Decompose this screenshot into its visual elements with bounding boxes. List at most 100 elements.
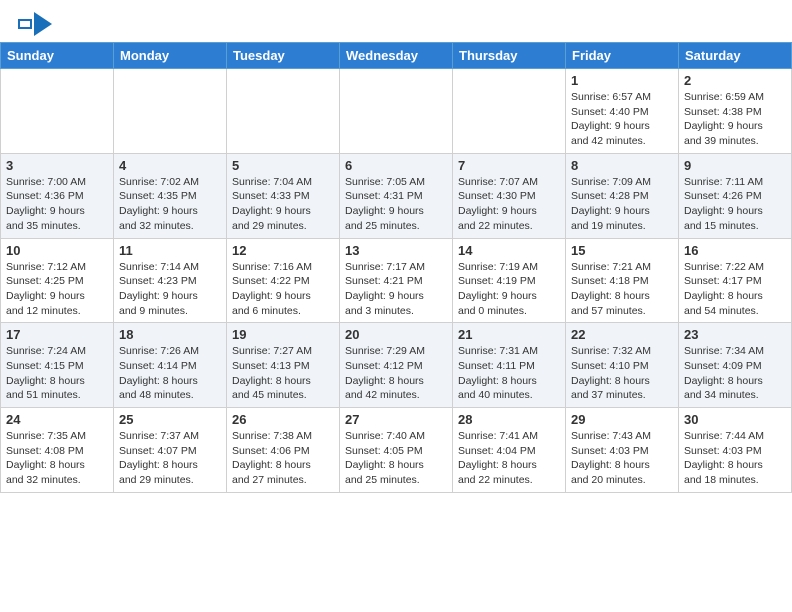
day-info: Sunrise: 7:21 AM Sunset: 4:18 PM Dayligh… — [571, 260, 673, 319]
day-info: Sunrise: 7:43 AM Sunset: 4:03 PM Dayligh… — [571, 429, 673, 488]
calendar-day-cell — [340, 69, 453, 154]
day-number: 9 — [684, 158, 786, 173]
calendar-day-cell: 21 Sunrise: 7:31 AM Sunset: 4:11 PM Dayli… — [453, 323, 566, 408]
calendar-week-row: 17 Sunrise: 7:24 AM Sunset: 4:15 PM Dayli… — [1, 323, 792, 408]
day-info: Sunrise: 7:17 AM Sunset: 4:21 PM Dayligh… — [345, 260, 447, 319]
day-number: 1 — [571, 73, 673, 88]
day-number: 20 — [345, 327, 447, 342]
day-info: Sunrise: 7:41 AM Sunset: 4:04 PM Dayligh… — [458, 429, 560, 488]
page-header — [0, 0, 792, 42]
calendar-day-cell: 12 Sunrise: 7:16 AM Sunset: 4:22 PM Dayli… — [227, 238, 340, 323]
day-info: Sunrise: 6:57 AM Sunset: 4:40 PM Dayligh… — [571, 90, 673, 149]
day-info: Sunrise: 7:09 AM Sunset: 4:28 PM Dayligh… — [571, 175, 673, 234]
day-number: 6 — [345, 158, 447, 173]
calendar-day-cell — [227, 69, 340, 154]
calendar-day-cell — [453, 69, 566, 154]
day-of-week-header: Thursday — [453, 43, 566, 69]
day-number: 5 — [232, 158, 334, 173]
day-number: 15 — [571, 243, 673, 258]
calendar-day-cell: 6Sunrise: 7:05 AM Sunset: 4:31 PM Daylig… — [340, 153, 453, 238]
calendar-week-row: 10 Sunrise: 7:12 AM Sunset: 4:25 PM Dayli… — [1, 238, 792, 323]
calendar-table: SundayMondayTuesdayWednesdayThursdayFrid… — [0, 42, 792, 493]
calendar-day-cell: 13Sunrise: 7:17 AM Sunset: 4:21 PM Dayli… — [340, 238, 453, 323]
day-number: 29 — [571, 412, 673, 427]
day-of-week-header: Sunday — [1, 43, 114, 69]
logo — [18, 12, 52, 36]
calendar-week-row: 24 Sunrise: 7:35 AM Sunset: 4:08 PM Dayli… — [1, 408, 792, 493]
day-info: Sunrise: 7:34 AM Sunset: 4:09 PM Dayligh… — [684, 344, 786, 403]
day-of-week-header: Tuesday — [227, 43, 340, 69]
day-info: Sunrise: 7:24 AM Sunset: 4:15 PM Dayligh… — [6, 344, 108, 403]
calendar-day-cell: 28 Sunrise: 7:41 AM Sunset: 4:04 PM Dayli… — [453, 408, 566, 493]
calendar-day-cell: 8 Sunrise: 7:09 AM Sunset: 4:28 PM Daylig… — [566, 153, 679, 238]
day-info: Sunrise: 6:59 AM Sunset: 4:38 PM Dayligh… — [684, 90, 786, 149]
calendar-day-cell: 10 Sunrise: 7:12 AM Sunset: 4:25 PM Dayli… — [1, 238, 114, 323]
day-number: 24 — [6, 412, 108, 427]
calendar-day-cell: 7 Sunrise: 7:07 AM Sunset: 4:30 PM Daylig… — [453, 153, 566, 238]
day-number: 28 — [458, 412, 560, 427]
day-info: Sunrise: 7:02 AM Sunset: 4:35 PM Dayligh… — [119, 175, 221, 234]
day-number: 27 — [345, 412, 447, 427]
day-number: 17 — [6, 327, 108, 342]
day-number: 3 — [6, 158, 108, 173]
day-info: Sunrise: 7:11 AM Sunset: 4:26 PM Dayligh… — [684, 175, 786, 234]
day-number: 21 — [458, 327, 560, 342]
calendar-header-row: SundayMondayTuesdayWednesdayThursdayFrid… — [1, 43, 792, 69]
calendar-day-cell: 23 Sunrise: 7:34 AM Sunset: 4:09 PM Dayli… — [679, 323, 792, 408]
day-info: Sunrise: 7:31 AM Sunset: 4:11 PM Dayligh… — [458, 344, 560, 403]
day-number: 11 — [119, 243, 221, 258]
calendar-day-cell: 26 Sunrise: 7:38 AM Sunset: 4:06 PM Dayli… — [227, 408, 340, 493]
day-info: Sunrise: 7:35 AM Sunset: 4:08 PM Dayligh… — [6, 429, 108, 488]
day-number: 4 — [119, 158, 221, 173]
calendar-day-cell: 22 Sunrise: 7:32 AM Sunset: 4:10 PM Dayli… — [566, 323, 679, 408]
calendar-day-cell: 24 Sunrise: 7:35 AM Sunset: 4:08 PM Dayli… — [1, 408, 114, 493]
day-info: Sunrise: 7:37 AM Sunset: 4:07 PM Dayligh… — [119, 429, 221, 488]
calendar-day-cell: 11Sunrise: 7:14 AM Sunset: 4:23 PM Dayli… — [114, 238, 227, 323]
day-of-week-header: Monday — [114, 43, 227, 69]
day-info: Sunrise: 7:07 AM Sunset: 4:30 PM Dayligh… — [458, 175, 560, 234]
calendar-day-cell: 30Sunrise: 7:44 AM Sunset: 4:03 PM Dayli… — [679, 408, 792, 493]
day-number: 14 — [458, 243, 560, 258]
day-number: 8 — [571, 158, 673, 173]
day-number: 26 — [232, 412, 334, 427]
day-number: 16 — [684, 243, 786, 258]
day-info: Sunrise: 7:04 AM Sunset: 4:33 PM Dayligh… — [232, 175, 334, 234]
calendar-day-cell: 25Sunrise: 7:37 AM Sunset: 4:07 PM Dayli… — [114, 408, 227, 493]
calendar-day-cell: 5 Sunrise: 7:04 AM Sunset: 4:33 PM Daylig… — [227, 153, 340, 238]
day-info: Sunrise: 7:29 AM Sunset: 4:12 PM Dayligh… — [345, 344, 447, 403]
day-number: 23 — [684, 327, 786, 342]
day-info: Sunrise: 7:27 AM Sunset: 4:13 PM Dayligh… — [232, 344, 334, 403]
day-number: 12 — [232, 243, 334, 258]
calendar-day-cell: 27 Sunrise: 7:40 AM Sunset: 4:05 PM Dayli… — [340, 408, 453, 493]
day-info: Sunrise: 7:32 AM Sunset: 4:10 PM Dayligh… — [571, 344, 673, 403]
calendar-day-cell: 9 Sunrise: 7:11 AM Sunset: 4:26 PM Daylig… — [679, 153, 792, 238]
day-number: 7 — [458, 158, 560, 173]
day-info: Sunrise: 7:38 AM Sunset: 4:06 PM Dayligh… — [232, 429, 334, 488]
calendar-day-cell: 2 Sunrise: 6:59 AM Sunset: 4:38 PM Daylig… — [679, 69, 792, 154]
calendar-day-cell: 1 Sunrise: 6:57 AM Sunset: 4:40 PM Daylig… — [566, 69, 679, 154]
day-info: Sunrise: 7:19 AM Sunset: 4:19 PM Dayligh… — [458, 260, 560, 319]
day-info: Sunrise: 7:40 AM Sunset: 4:05 PM Dayligh… — [345, 429, 447, 488]
day-number: 10 — [6, 243, 108, 258]
day-info: Sunrise: 7:16 AM Sunset: 4:22 PM Dayligh… — [232, 260, 334, 319]
calendar-day-cell: 14 Sunrise: 7:19 AM Sunset: 4:19 PM Dayli… — [453, 238, 566, 323]
logo-box — [18, 19, 32, 29]
calendar-day-cell: 29 Sunrise: 7:43 AM Sunset: 4:03 PM Dayli… — [566, 408, 679, 493]
day-info: Sunrise: 7:12 AM Sunset: 4:25 PM Dayligh… — [6, 260, 108, 319]
calendar-day-cell: 3 Sunrise: 7:00 AM Sunset: 4:36 PM Daylig… — [1, 153, 114, 238]
day-of-week-header: Saturday — [679, 43, 792, 69]
calendar-day-cell: 20 Sunrise: 7:29 AM Sunset: 4:12 PM Dayli… — [340, 323, 453, 408]
day-number: 30 — [684, 412, 786, 427]
day-of-week-header: Friday — [566, 43, 679, 69]
calendar-week-row: 3 Sunrise: 7:00 AM Sunset: 4:36 PM Daylig… — [1, 153, 792, 238]
day-info: Sunrise: 7:22 AM Sunset: 4:17 PM Dayligh… — [684, 260, 786, 319]
day-info: Sunrise: 7:00 AM Sunset: 4:36 PM Dayligh… — [6, 175, 108, 234]
calendar-week-row: 1 Sunrise: 6:57 AM Sunset: 4:40 PM Daylig… — [1, 69, 792, 154]
calendar-day-cell: 15 Sunrise: 7:21 AM Sunset: 4:18 PM Dayli… — [566, 238, 679, 323]
calendar-day-cell: 16 Sunrise: 7:22 AM Sunset: 4:17 PM Dayli… — [679, 238, 792, 323]
day-number: 22 — [571, 327, 673, 342]
calendar-day-cell — [1, 69, 114, 154]
calendar-day-cell: 18Sunrise: 7:26 AM Sunset: 4:14 PM Dayli… — [114, 323, 227, 408]
day-number: 2 — [684, 73, 786, 88]
day-number: 19 — [232, 327, 334, 342]
